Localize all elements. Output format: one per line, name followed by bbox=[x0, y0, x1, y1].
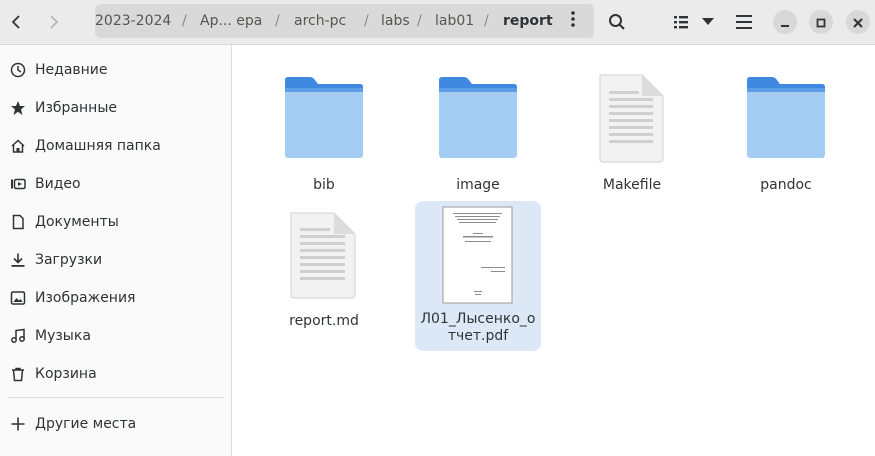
search-icon bbox=[608, 13, 626, 31]
breadcrumb: 2023-2024 / Ар... ера / arch-pc / labs /… bbox=[95, 4, 594, 38]
folder-icon bbox=[724, 64, 848, 174]
text-file-icon bbox=[262, 202, 386, 312]
view-options-button[interactable] bbox=[693, 6, 723, 38]
vertical-dots-icon bbox=[571, 11, 575, 31]
trash-icon bbox=[10, 366, 26, 382]
file-item[interactable]: bib bbox=[262, 64, 386, 212]
file-name: Makefile bbox=[602, 177, 662, 193]
file-item[interactable]: report.md bbox=[262, 202, 386, 350]
folder-icon bbox=[262, 64, 386, 174]
sidebar-item-label: Изображения bbox=[35, 290, 136, 306]
maximize-icon bbox=[816, 13, 826, 32]
maximize-button[interactable] bbox=[809, 10, 833, 34]
minimize-icon bbox=[780, 13, 790, 32]
breadcrumb-item-lab01[interactable]: lab01 bbox=[435, 4, 474, 38]
text-file-icon bbox=[570, 64, 694, 174]
list-view-icon bbox=[673, 14, 689, 30]
breadcrumb-separator: / bbox=[182, 13, 187, 29]
sidebar-item-label: Видео bbox=[35, 176, 81, 192]
sidebar-item-pictures[interactable]: Изображения bbox=[0, 279, 231, 317]
path-menu-button[interactable] bbox=[558, 6, 588, 36]
file-item[interactable]: Makefile bbox=[570, 64, 694, 212]
sidebar-item-label: Корзина bbox=[35, 366, 97, 382]
sidebar-item-label: Музыка bbox=[35, 328, 91, 344]
header-bar: 2023-2024 / Ар... ера / arch-pc / labs /… bbox=[0, 0, 875, 45]
breadcrumb-separator: / bbox=[364, 13, 369, 29]
file-name: report.md bbox=[289, 313, 359, 329]
star-icon bbox=[10, 100, 26, 116]
forward-button[interactable] bbox=[38, 6, 70, 38]
sidebar-item-label: Домашняя папка bbox=[35, 138, 161, 154]
chevron-down-icon bbox=[702, 18, 714, 26]
clock-icon bbox=[10, 62, 26, 78]
sidebar-divider bbox=[8, 397, 224, 398]
main-menu-button[interactable] bbox=[728, 6, 760, 38]
video-icon bbox=[10, 176, 26, 192]
search-button[interactable] bbox=[601, 6, 633, 38]
breadcrumb-separator: / bbox=[417, 13, 422, 29]
breadcrumb-separator: / bbox=[484, 13, 489, 29]
sidebar-item-starred[interactable]: Избранные bbox=[0, 89, 231, 127]
sidebar-item-label: Недавние bbox=[35, 62, 108, 78]
sidebar-item-label: Избранные bbox=[35, 100, 117, 116]
pdf-thumbnail-icon bbox=[415, 201, 539, 311]
breadcrumb-item-report[interactable]: report bbox=[503, 4, 553, 38]
sidebar-item-label: Загрузки bbox=[35, 252, 103, 268]
sidebar-item-other-locations[interactable]: Другие места bbox=[0, 405, 231, 443]
breadcrumb-item-collapsed[interactable]: Ар... ера bbox=[200, 4, 262, 38]
sidebar-item-music[interactable]: Музыка bbox=[0, 317, 231, 355]
chevron-left-icon bbox=[8, 14, 24, 30]
close-button[interactable] bbox=[846, 10, 870, 34]
hamburger-icon bbox=[736, 15, 752, 29]
file-name: image bbox=[456, 177, 500, 193]
file-grid: bib image Makefile pandoc report.md Л01_… bbox=[232, 45, 875, 456]
sidebar-item-label: Другие места bbox=[35, 416, 137, 432]
chevron-right-icon bbox=[46, 14, 62, 30]
file-item[interactable]: pandoc bbox=[724, 64, 848, 212]
plus-icon bbox=[10, 416, 26, 432]
home-icon bbox=[10, 138, 26, 154]
sidebar-item-documents[interactable]: Документы bbox=[0, 203, 231, 241]
minimize-button[interactable] bbox=[773, 10, 797, 34]
download-icon bbox=[10, 252, 26, 268]
back-button[interactable] bbox=[0, 6, 32, 38]
sidebar-item-recent[interactable]: Недавние bbox=[0, 51, 231, 89]
file-name: pandoc bbox=[760, 177, 812, 193]
document-icon bbox=[10, 214, 26, 230]
sidebar-item-trash[interactable]: Корзина bbox=[0, 355, 231, 393]
breadcrumb-item-2023-2024[interactable]: 2023-2024 bbox=[95, 4, 171, 38]
sidebar-item-videos[interactable]: Видео bbox=[0, 165, 231, 203]
file-name: bib bbox=[313, 177, 335, 193]
breadcrumb-item-arch-pc[interactable]: arch-pc bbox=[294, 4, 346, 38]
file-item[interactable]: image bbox=[416, 64, 540, 212]
sidebar-item-label: Документы bbox=[35, 214, 119, 230]
file-name: Л01_Лысенко_отчет.pdf bbox=[420, 311, 536, 344]
image-icon bbox=[10, 290, 26, 306]
sidebar: Недавние Избранные Домашняя папка Видео … bbox=[0, 45, 232, 456]
close-icon bbox=[853, 13, 863, 32]
breadcrumb-item-labs[interactable]: labs bbox=[381, 4, 410, 38]
sidebar-item-downloads[interactable]: Загрузки bbox=[0, 241, 231, 279]
sidebar-item-home[interactable]: Домашняя папка bbox=[0, 127, 231, 165]
folder-icon bbox=[416, 64, 540, 174]
music-icon bbox=[10, 328, 26, 344]
breadcrumb-separator: / bbox=[275, 13, 280, 29]
file-item-selected[interactable]: Л01_Лысенко_отчет.pdf bbox=[415, 201, 541, 351]
